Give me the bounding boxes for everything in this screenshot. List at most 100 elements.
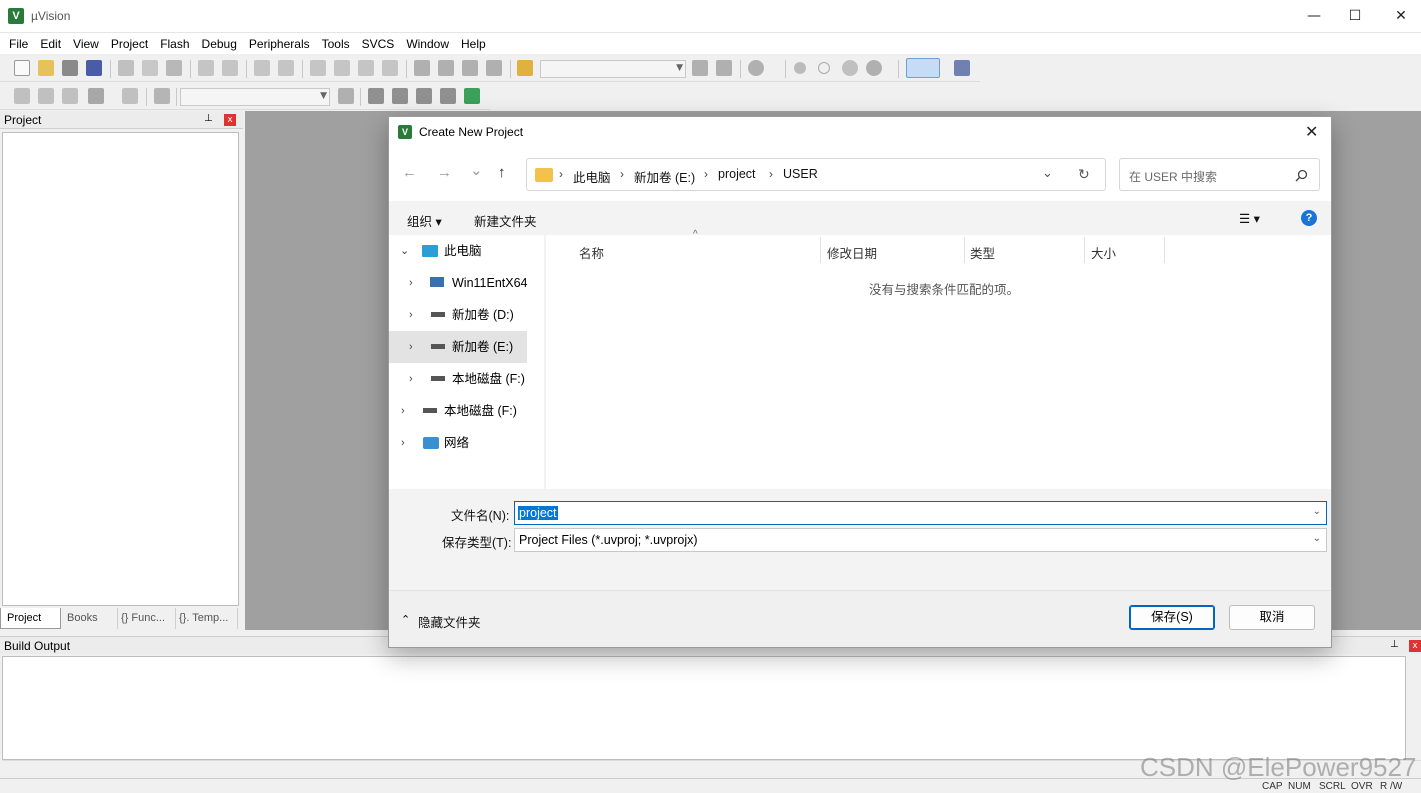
menu-window[interactable]: Window bbox=[401, 34, 456, 54]
nav-forward-icon[interactable] bbox=[278, 60, 294, 76]
batch-build-icon[interactable] bbox=[88, 88, 104, 104]
pack-installer-icon[interactable] bbox=[440, 88, 456, 104]
find-icon[interactable] bbox=[692, 60, 708, 76]
address-bar[interactable]: › 此电脑 › 新加卷 (E:) › project › USER ⌄ ↻ bbox=[526, 158, 1106, 191]
find-in-files-icon[interactable] bbox=[517, 60, 533, 76]
next-bookmark-icon[interactable] bbox=[358, 60, 374, 76]
view-options-icon[interactable]: ☰ ▾ bbox=[1239, 211, 1260, 226]
zoom-icon[interactable] bbox=[748, 60, 764, 76]
recent-locations-icon[interactable]: ⌄ bbox=[470, 161, 483, 179]
pin-icon[interactable]: ⊥ bbox=[204, 113, 213, 124]
tree-item-drive-e[interactable]: › 新加卷 (E:) bbox=[389, 331, 527, 363]
menu-project[interactable]: Project bbox=[106, 34, 155, 54]
menu-view[interactable]: View bbox=[68, 34, 106, 54]
breadcrumb-this-pc[interactable]: 此电脑 bbox=[573, 167, 611, 186]
indent-icon[interactable] bbox=[414, 60, 430, 76]
close-panel-icon[interactable]: x bbox=[224, 114, 236, 126]
comment-icon[interactable] bbox=[462, 60, 478, 76]
breadcrumb-user[interactable]: USER bbox=[783, 167, 818, 181]
stop-build-icon[interactable] bbox=[122, 88, 138, 104]
breadcrumb-project[interactable]: project bbox=[718, 167, 756, 181]
find-combo[interactable]: ▼ bbox=[540, 60, 686, 78]
save-all-icon[interactable] bbox=[86, 60, 102, 76]
new-file-icon[interactable] bbox=[14, 60, 30, 76]
open-folder-icon[interactable] bbox=[38, 60, 54, 76]
download-load-icon[interactable] bbox=[154, 88, 170, 104]
run-time-env-icon[interactable] bbox=[464, 88, 480, 104]
address-dropdown-icon[interactable]: ⌄ bbox=[1042, 165, 1053, 181]
paste-icon[interactable] bbox=[166, 60, 182, 76]
configure-icon[interactable] bbox=[954, 60, 970, 76]
dialog-close-button[interactable]: ✕ bbox=[1305, 122, 1318, 142]
close-panel-icon[interactable]: x bbox=[1409, 640, 1421, 652]
menu-peripherals[interactable]: Peripherals bbox=[244, 34, 317, 54]
select-packs-icon[interactable] bbox=[392, 88, 408, 104]
menu-debug[interactable]: Debug bbox=[197, 34, 244, 54]
menu-svcs[interactable]: SVCS bbox=[357, 34, 402, 54]
filename-field[interactable]: project ⌄ bbox=[514, 501, 1327, 525]
bookmark-icon[interactable] bbox=[310, 60, 326, 76]
column-name[interactable]: 名称 bbox=[579, 243, 604, 262]
tab-project[interactable]: Project bbox=[0, 608, 61, 629]
unindent-icon[interactable] bbox=[438, 60, 454, 76]
pin-icon[interactable]: ⊥ bbox=[1390, 639, 1399, 650]
menu-flash[interactable]: Flash bbox=[155, 34, 196, 54]
back-arrow-icon[interactable]: ← bbox=[402, 164, 417, 181]
breakpoint-icon[interactable] bbox=[794, 62, 806, 74]
disable-breakpoint-icon[interactable] bbox=[818, 62, 830, 74]
maximize-button[interactable]: ☐ bbox=[1332, 0, 1378, 32]
refresh-icon[interactable]: ↻ bbox=[1078, 166, 1090, 183]
tree-item-drive-f-2[interactable]: › 本地磁盘 (F:) bbox=[389, 395, 529, 427]
manage-environment-icon[interactable] bbox=[416, 88, 432, 104]
save-button[interactable]: 保存(S) bbox=[1129, 605, 1215, 630]
tab-functions[interactable]: {} Func... bbox=[118, 608, 176, 629]
target-options-icon[interactable] bbox=[338, 88, 354, 104]
tree-item-drive-d[interactable]: › 新加卷 (D:) bbox=[389, 299, 529, 331]
tree-item-network[interactable]: › 网络 bbox=[389, 427, 529, 459]
filetype-select[interactable]: Project Files (*.uvproj; *.uvprojx) ⌄ bbox=[514, 528, 1327, 552]
breadcrumb-drive-e[interactable]: 新加卷 (E:) bbox=[634, 167, 695, 186]
translate-icon[interactable] bbox=[14, 88, 30, 104]
cut-icon[interactable] bbox=[118, 60, 134, 76]
build-icon[interactable] bbox=[38, 88, 54, 104]
column-size[interactable]: 大小 bbox=[1091, 243, 1116, 262]
incremental-find-icon[interactable] bbox=[716, 60, 732, 76]
nav-back-icon[interactable] bbox=[254, 60, 270, 76]
disable-all-breakpoints-icon[interactable] bbox=[842, 60, 858, 76]
menu-edit[interactable]: Edit bbox=[35, 34, 68, 54]
menu-tools[interactable]: Tools bbox=[317, 34, 357, 54]
manage-components-icon[interactable] bbox=[368, 88, 384, 104]
prev-bookmark-icon[interactable] bbox=[334, 60, 350, 76]
new-folder-button[interactable]: 新建文件夹 bbox=[474, 211, 537, 230]
build-toolbar: ▼ bbox=[0, 83, 490, 110]
organize-menu[interactable]: 组织 ▾ bbox=[407, 211, 442, 230]
column-type[interactable]: 类型 bbox=[970, 243, 995, 262]
menu-help[interactable]: Help bbox=[456, 34, 493, 54]
tab-books[interactable]: Books bbox=[61, 608, 118, 629]
vertical-scrollbar[interactable] bbox=[1407, 656, 1421, 760]
tree-item-drive-f[interactable]: › 本地磁盘 (F:) bbox=[389, 363, 529, 395]
tree-item-this-pc[interactable]: ⌄ 此电脑 bbox=[389, 235, 529, 267]
clear-bookmarks-icon[interactable] bbox=[382, 60, 398, 76]
forward-arrow-icon[interactable]: → bbox=[437, 164, 452, 181]
redo-icon[interactable] bbox=[222, 60, 238, 76]
window-layout-icon[interactable] bbox=[906, 58, 940, 78]
up-arrow-icon[interactable]: ↑ bbox=[498, 164, 506, 181]
uncomment-icon[interactable] bbox=[486, 60, 502, 76]
cancel-button[interactable]: 取消 bbox=[1229, 605, 1315, 630]
tree-item-win11entx64[interactable]: › Win11EntX64 bbox=[389, 267, 529, 299]
kill-breakpoints-icon[interactable] bbox=[866, 60, 882, 76]
minimize-button[interactable]: — bbox=[1291, 0, 1337, 32]
save-icon[interactable] bbox=[62, 60, 78, 76]
tab-templates[interactable]: {}. Temp... bbox=[176, 608, 238, 629]
hide-folders-toggle[interactable]: 隐藏文件夹 bbox=[418, 612, 481, 631]
help-icon[interactable]: ? bbox=[1301, 210, 1317, 226]
copy-icon[interactable] bbox=[142, 60, 158, 76]
column-date-modified[interactable]: 修改日期 bbox=[827, 243, 877, 262]
search-input[interactable]: 在 USER 中搜索 bbox=[1119, 158, 1320, 191]
close-window-button[interactable]: ✕ bbox=[1378, 0, 1421, 32]
target-select[interactable]: ▼ bbox=[180, 88, 330, 106]
rebuild-icon[interactable] bbox=[62, 88, 78, 104]
menu-file[interactable]: File bbox=[4, 34, 35, 54]
undo-icon[interactable] bbox=[198, 60, 214, 76]
